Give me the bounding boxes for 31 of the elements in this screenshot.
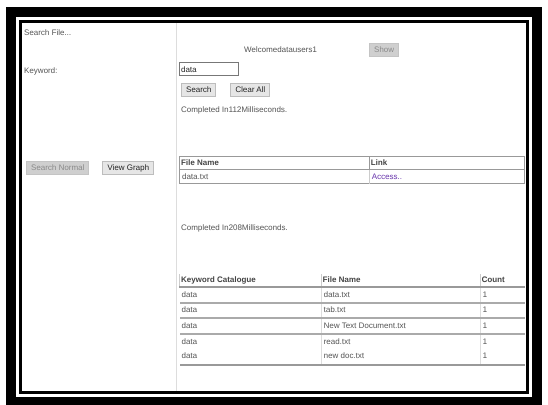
table-cell: New Text Document.txt — [321, 318, 480, 334]
table-cell: data — [180, 302, 322, 318]
table-cell: data — [180, 334, 322, 349]
keyword-label: Keyword: — [24, 65, 58, 77]
action-button[interactable]: Clear All — [230, 83, 270, 97]
table-cell: data — [180, 318, 322, 334]
table-cell: data — [180, 349, 322, 364]
table-cell: data.txt — [180, 170, 370, 184]
table-cell: data.txt — [321, 287, 480, 302]
table-cell: 1 — [480, 318, 525, 334]
column-header: File Name — [180, 156, 370, 170]
keyword-input[interactable]: data — [179, 62, 239, 76]
table-cell: 1 — [480, 334, 525, 349]
column-header: Count — [480, 274, 525, 287]
welcome-text: Welcomedatausers1 — [244, 44, 318, 56]
table-cell: 1 — [480, 287, 525, 302]
table-cell: data — [180, 287, 322, 302]
column-header: File Name — [321, 274, 480, 287]
access-link[interactable]: Access.. — [372, 172, 402, 180]
sidebar-title: Search File... — [24, 27, 72, 39]
column-header: Keyword Catalogue — [180, 274, 322, 287]
table-cell: new doc.txt — [321, 349, 480, 364]
table-cell: 1 — [480, 349, 525, 364]
table-cell: 1 — [480, 302, 525, 318]
status-text: Completed In208Milliseconds. — [181, 222, 289, 234]
status-text: Completed In112Milliseconds. — [181, 104, 288, 116]
table-cell: tab.txt — [321, 302, 480, 318]
action-button[interactable]: View Graph — [102, 161, 154, 175]
column-header: Link — [369, 156, 524, 170]
table-cell: read.txt — [321, 334, 480, 349]
action-button[interactable]: Search — [181, 83, 216, 97]
